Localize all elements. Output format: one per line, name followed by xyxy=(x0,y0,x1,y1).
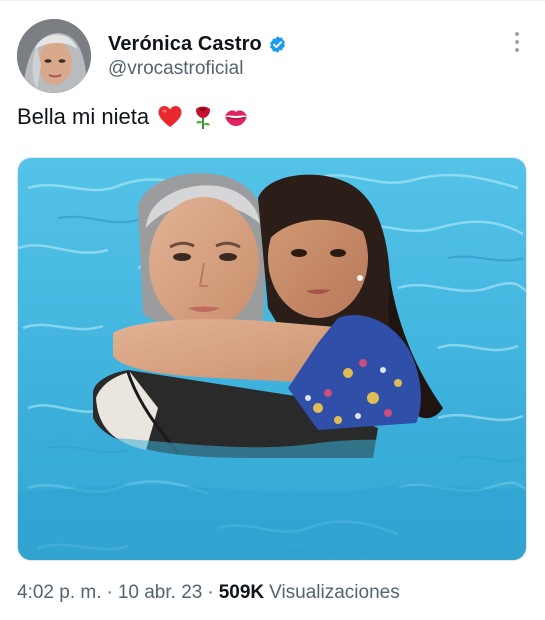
author-name-row[interactable]: Verónica Castro xyxy=(108,30,287,58)
verified-badge-icon xyxy=(269,35,285,53)
author-display-name[interactable]: Verónica Castro xyxy=(108,33,262,56)
tweet-date[interactable]: 10 abr. 23 xyxy=(118,582,203,603)
rose-icon xyxy=(196,106,211,129)
more-dot xyxy=(515,32,519,36)
author-handle[interactable]: @vrocastroficial xyxy=(108,58,243,80)
views-label[interactable]: Visualizaciones xyxy=(269,582,400,603)
meta-separator: · xyxy=(207,582,214,603)
pool-photo-image xyxy=(18,158,526,560)
meta-separator: · xyxy=(106,582,113,603)
tweet-photo[interactable] xyxy=(17,157,527,561)
more-dot xyxy=(515,48,519,52)
tweet-meta: 4:02 p. m. · 10 abr. 23 · 509K Visualizacione… xyxy=(17,582,400,604)
kiss-mark-icon xyxy=(225,110,248,126)
top-divider xyxy=(0,0,545,1)
author-avatar[interactable] xyxy=(17,19,91,93)
more-dot xyxy=(515,40,519,44)
more-options-icon[interactable] xyxy=(505,28,529,56)
red-heart-icon xyxy=(158,106,182,127)
tweet-text-body: Bella mi nieta xyxy=(17,104,150,129)
tweet-time[interactable]: 4:02 p. m. xyxy=(17,582,102,603)
tweet-text: Bella mi nieta xyxy=(17,101,249,133)
avatar-image xyxy=(17,19,91,93)
views-count[interactable]: 509K xyxy=(219,582,264,603)
